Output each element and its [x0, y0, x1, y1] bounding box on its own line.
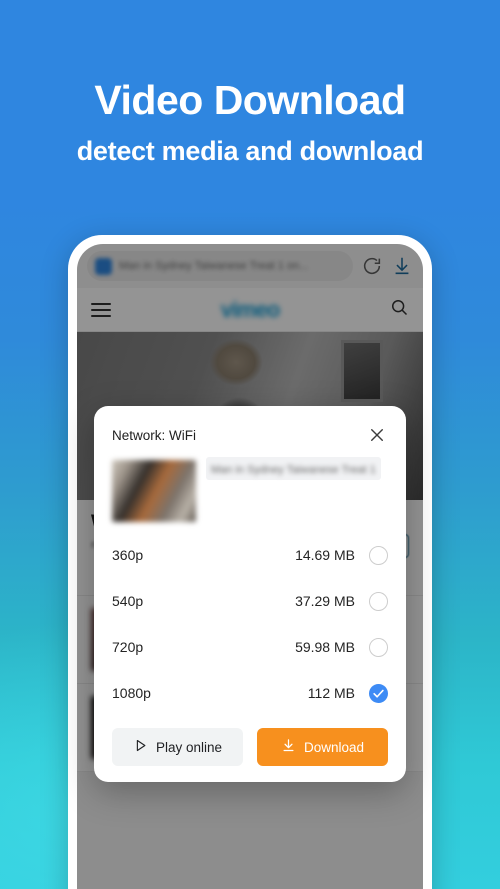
quality-size: 37.29 MB — [295, 593, 355, 609]
download-button[interactable]: Download — [257, 728, 388, 766]
play-online-button[interactable]: Play online — [112, 728, 243, 766]
quality-option-540p[interactable]: 540p 37.29 MB — [112, 578, 388, 624]
quality-option-list: 360p 14.69 MB 540p 37.29 MB 720p 59.98 M… — [112, 532, 388, 716]
quality-option-1080p[interactable]: 1080p 112 MB — [112, 670, 388, 716]
dialog-header: Network: WiFi — [112, 424, 388, 446]
quality-radio[interactable] — [369, 545, 388, 565]
quality-label: 1080p — [112, 685, 151, 701]
media-thumbnail — [112, 460, 196, 522]
close-icon[interactable] — [366, 424, 388, 446]
quality-radio-selected[interactable] — [369, 683, 388, 703]
media-title: Man in Sydney Taiwanese Treat 1 — [211, 464, 376, 476]
headline-block: Video Download detect media and download — [0, 77, 500, 167]
quality-radio[interactable] — [369, 637, 388, 657]
page-subtitle: detect media and download — [76, 136, 424, 167]
quality-option-360p[interactable]: 360p 14.69 MB — [112, 532, 388, 578]
download-dialog: Network: WiFi Man in Sydney Taiwanese Tr… — [94, 406, 406, 782]
quality-size: 112 MB — [307, 685, 355, 701]
network-status-label: Network: WiFi — [112, 427, 196, 443]
download-label: Download — [303, 739, 365, 755]
quality-radio[interactable] — [369, 591, 388, 611]
quality-label: 540p — [112, 593, 144, 609]
play-online-label: Play online — [155, 739, 223, 755]
quality-label: 720p — [112, 639, 144, 655]
quality-size: 14.69 MB — [295, 547, 355, 563]
media-info: Man in Sydney Taiwanese Treat 1 — [206, 457, 388, 480]
page-title: Video Download — [94, 77, 406, 123]
play-icon — [133, 738, 148, 756]
promo-banner: Video Download detect media and download… — [0, 0, 500, 889]
media-preview: Man in Sydney Taiwanese Treat 1 — [112, 457, 388, 522]
media-title-container: Man in Sydney Taiwanese Treat 1 — [206, 457, 381, 480]
dialog-actions: Play online Download — [112, 728, 388, 766]
quality-option-720p[interactable]: 720p 59.98 MB — [112, 624, 388, 670]
quality-label: 360p — [112, 547, 144, 563]
quality-size: 59.98 MB — [295, 639, 355, 655]
download-icon — [281, 738, 296, 756]
